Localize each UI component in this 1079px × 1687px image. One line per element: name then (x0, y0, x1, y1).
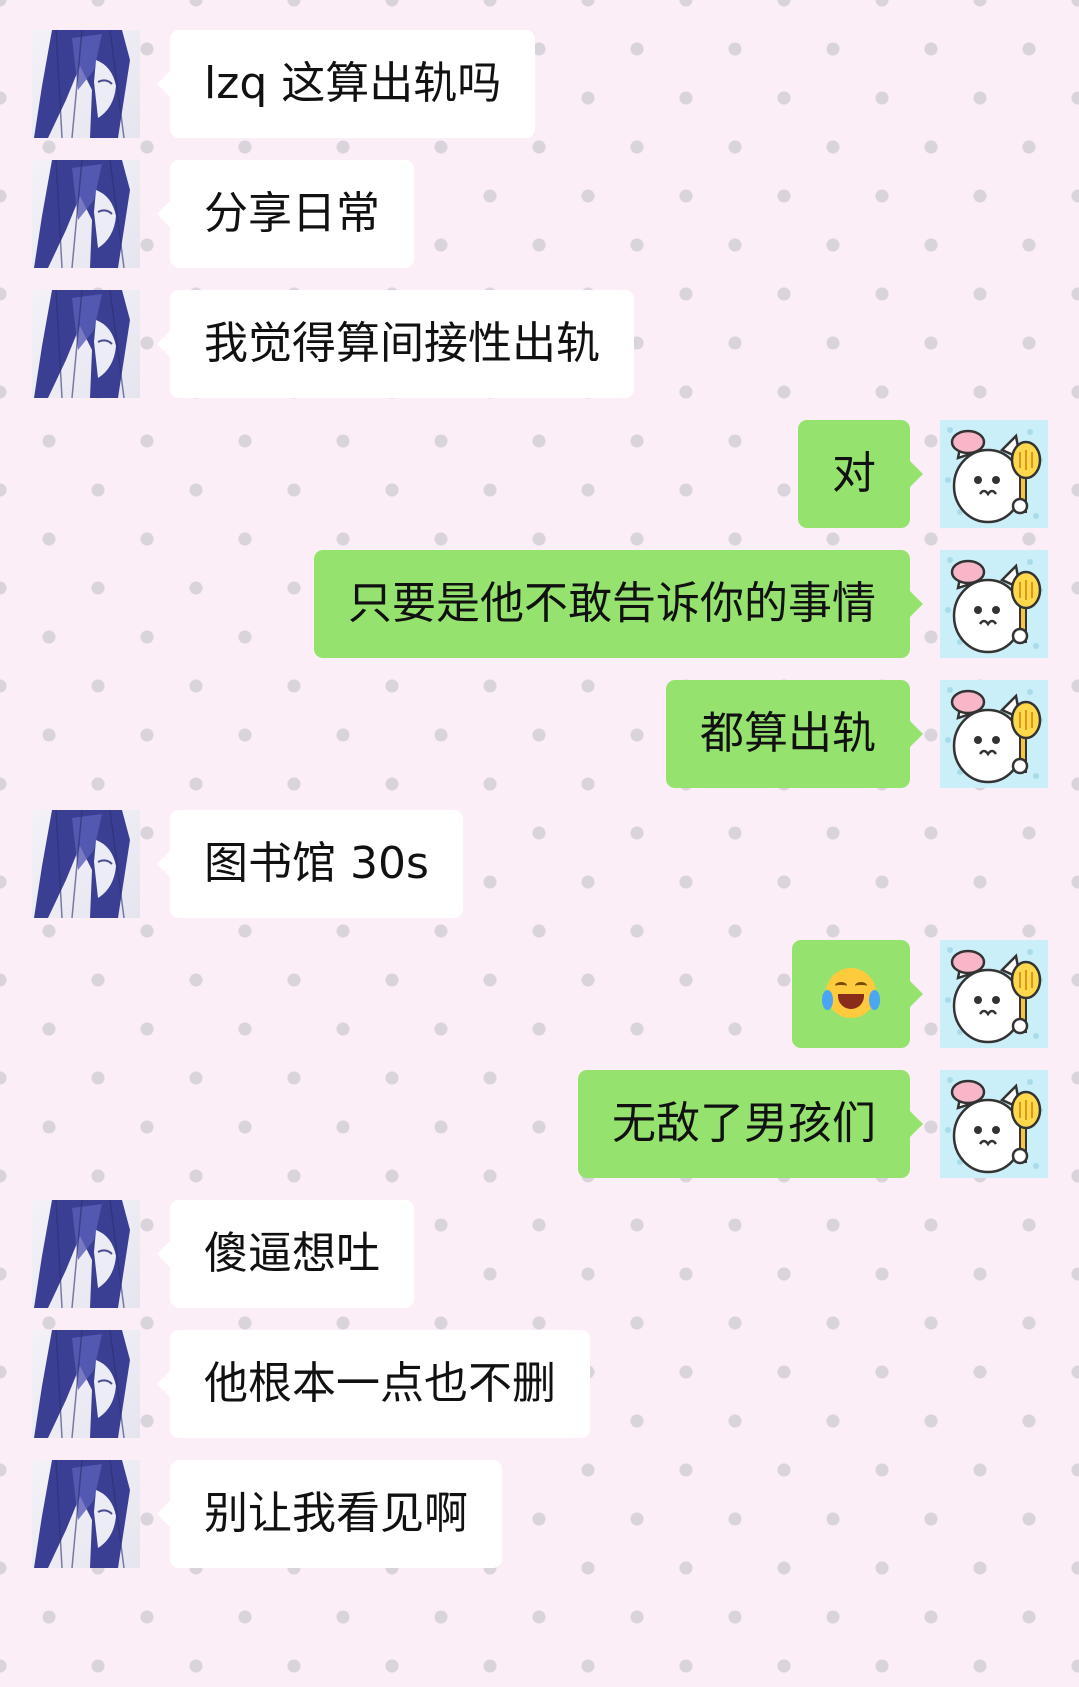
received-message-bubble[interactable]: 别让我看见啊 (157, 1460, 502, 1568)
message-text: 都算出轨 (700, 708, 876, 759)
message-row: 分享日常 (0, 160, 1079, 268)
message-text: 分享日常 (204, 188, 380, 239)
message-row: 图书馆 30s (0, 810, 1079, 918)
message-text: 他根本一点也不删 (204, 1358, 556, 1409)
long-haired-anime-girl-avatar-icon[interactable] (32, 1200, 140, 1308)
message-row: 无敌了男孩们 (0, 1070, 1079, 1178)
message-text: 我觉得算间接性出轨 (204, 318, 600, 369)
message-text: 别让我看见啊 (204, 1488, 468, 1539)
message-row: 都算出轨 (0, 680, 1079, 788)
white-cat-chef-holding-spatula-avatar-icon[interactable] (940, 1070, 1048, 1178)
message-row: 傻逼想吐 (0, 1200, 1079, 1308)
message-row: 别让我看见啊 (0, 1460, 1079, 1568)
sent-message-bubble[interactable]: 都算出轨 (666, 680, 923, 788)
message-row: 我觉得算间接性出轨 (0, 290, 1079, 398)
long-haired-anime-girl-avatar-icon[interactable] (32, 290, 140, 398)
sent-message-bubble[interactable]: 对 (798, 420, 923, 528)
sent-message-bubble[interactable] (792, 940, 923, 1048)
message-text: 无敌了男孩们 (612, 1098, 876, 1149)
received-message-bubble[interactable]: 图书馆 30s (157, 810, 463, 918)
chat-message-list[interactable]: lzq 这算出轨吗 分享日常我觉得算间接性出轨对只要是他不敢告诉你的事情都算出轨图… (0, 0, 1079, 1687)
received-message-bubble[interactable]: 傻逼想吐 (157, 1200, 414, 1308)
message-row: 对 (0, 420, 1079, 528)
message-row: 他根本一点也不删 (0, 1330, 1079, 1438)
long-haired-anime-girl-avatar-icon[interactable] (32, 810, 140, 918)
white-cat-chef-holding-spatula-avatar-icon[interactable] (940, 940, 1048, 1048)
message-row (0, 940, 1079, 1048)
long-haired-anime-girl-avatar-icon[interactable] (32, 160, 140, 268)
long-haired-anime-girl-avatar-icon[interactable] (32, 30, 140, 138)
long-haired-anime-girl-avatar-icon[interactable] (32, 1330, 140, 1438)
white-cat-chef-holding-spatula-avatar-icon[interactable] (940, 680, 1048, 788)
white-cat-chef-holding-spatula-avatar-icon[interactable] (940, 550, 1048, 658)
message-text: lzq 这算出轨吗 (204, 58, 502, 109)
received-message-bubble[interactable]: 分享日常 (157, 160, 414, 268)
long-haired-anime-girl-avatar-icon[interactable] (32, 1460, 140, 1568)
received-message-bubble[interactable]: 他根本一点也不删 (157, 1330, 590, 1438)
message-text: 对 (832, 448, 876, 499)
sent-message-bubble[interactable]: 只要是他不敢告诉你的事情 (314, 550, 923, 658)
message-row: lzq 这算出轨吗 (0, 30, 1079, 138)
received-message-bubble[interactable]: lzq 这算出轨吗 (156, 30, 536, 138)
message-row: 只要是他不敢告诉你的事情 (0, 550, 1079, 658)
received-message-bubble[interactable]: 我觉得算间接性出轨 (157, 290, 634, 398)
message-text: 只要是他不敢告诉你的事情 (348, 578, 876, 629)
sent-message-bubble[interactable]: 无敌了男孩们 (578, 1070, 923, 1178)
message-text: 图书馆 30s (204, 838, 429, 889)
message-text: 傻逼想吐 (204, 1228, 380, 1279)
rolling-on-floor-laughing-emoji-icon (822, 968, 880, 1018)
white-cat-chef-holding-spatula-avatar-icon[interactable] (940, 420, 1048, 528)
